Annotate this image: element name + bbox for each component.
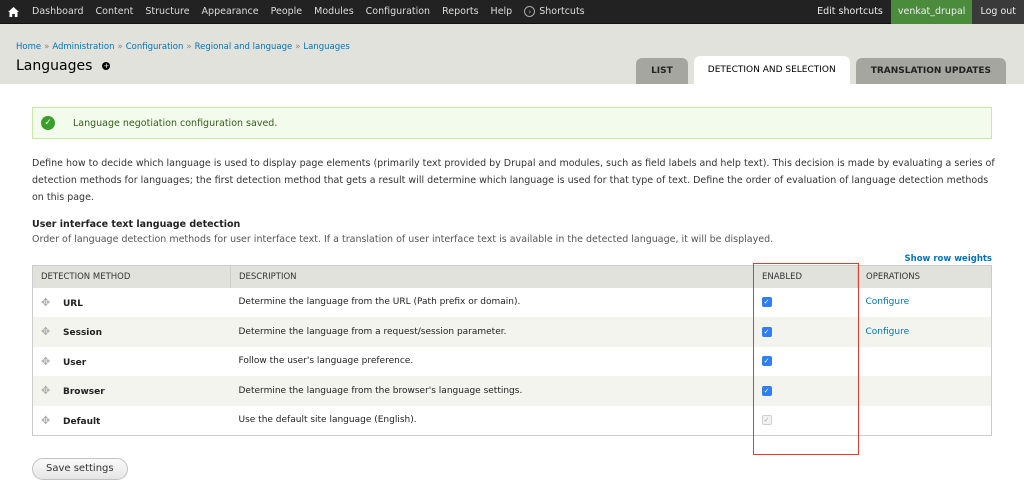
drag-handle-icon[interactable]: ✥: [41, 384, 51, 397]
home-icon[interactable]: [0, 0, 26, 24]
status-message-text: Language negotiation configuration saved…: [73, 117, 278, 129]
section-description: Order of language detection methods for …: [32, 234, 774, 245]
breadcrumb-languages[interactable]: Languages: [303, 42, 349, 52]
tab-detection-and-selection[interactable]: Detection and selection: [693, 56, 850, 84]
header-detection-method: Detection method: [32, 265, 231, 288]
status-message: ✓ Language negotiation configuration sav…: [32, 107, 992, 139]
operations-cell: [857, 376, 992, 406]
method-description: Determine the language from the URL (Pat…: [230, 287, 754, 317]
detection-methods-table: Detection method Description Enabled Ope…: [32, 265, 992, 436]
drag-handle-icon[interactable]: ✥: [41, 325, 51, 338]
edit-shortcuts-link[interactable]: Edit shortcuts: [809, 6, 891, 17]
toolbar-modules[interactable]: Modules: [308, 6, 360, 17]
add-shortcut-icon[interactable]: +: [102, 62, 111, 70]
user-account-link[interactable]: venkat_drupal: [890, 0, 973, 24]
show-row-weights-container: Show row weights: [32, 254, 992, 265]
check-circle-icon: ✓: [41, 116, 55, 130]
tab-list[interactable]: List: [636, 58, 688, 84]
logout-link[interactable]: Log out: [972, 0, 1024, 24]
method-description: Follow the user's language preference.: [230, 346, 754, 376]
toolbar-shortcuts[interactable]: › Shortcuts: [518, 6, 590, 17]
toolbar-structure[interactable]: Structure: [139, 6, 195, 17]
admin-toolbar: Dashboard Content Structure Appearance P…: [0, 0, 1024, 24]
method-name: Session: [63, 328, 102, 339]
breadcrumb-home[interactable]: Home: [16, 42, 41, 52]
intro-text: Define how to decide which language is u…: [32, 158, 995, 203]
toolbar-content[interactable]: Content: [90, 6, 140, 17]
configure-link[interactable]: Configure: [866, 297, 910, 307]
toolbar-configuration[interactable]: Configuration: [360, 6, 436, 17]
toolbar-reports[interactable]: Reports: [436, 6, 484, 17]
header-description: Description: [230, 265, 754, 288]
tab-translation-updates[interactable]: Translation updates: [855, 58, 1006, 84]
operations-cell: [857, 405, 992, 435]
drag-handle-icon[interactable]: ✥: [41, 355, 51, 368]
breadcrumb-configuration[interactable]: Configuration: [126, 42, 184, 52]
table-row: ✥ User Follow the user's language prefere…: [32, 346, 992, 376]
method-name: URL: [63, 298, 83, 309]
page-title: Languages +: [16, 58, 111, 74]
toolbar-help[interactable]: Help: [485, 6, 519, 17]
show-row-weights-link[interactable]: Show row weights: [905, 254, 992, 264]
method-name: Default: [63, 416, 101, 427]
chevron-right-circle-icon: ›: [524, 6, 536, 17]
enabled-checkbox[interactable]: ✓: [761, 356, 772, 367]
breadcrumb-administration[interactable]: Administration: [52, 42, 114, 52]
page-title-text: Languages: [16, 58, 93, 74]
toolbar-appearance[interactable]: Appearance: [196, 6, 265, 17]
tabs: List Detection and selection Translation…: [636, 56, 1006, 84]
method-description: Determine the language from a request/se…: [230, 317, 754, 347]
shortcuts-label: Shortcuts: [539, 6, 585, 17]
save-settings-button[interactable]: Save settings: [32, 457, 128, 480]
toolbar-dashboard[interactable]: Dashboard: [26, 6, 90, 17]
method-description: Use the default site language (English).: [230, 405, 754, 435]
enabled-checkbox[interactable]: ✓: [761, 326, 772, 337]
drag-handle-icon[interactable]: ✥: [41, 296, 51, 309]
operations-cell: [857, 346, 992, 376]
table-row: ✥ Session Determine the language from a r…: [32, 317, 992, 347]
configure-link[interactable]: Configure: [866, 327, 910, 337]
table-row: ✥ URL Determine the language from the URL…: [32, 287, 992, 317]
table-row: ✥ Default Use the default site language (…: [32, 405, 992, 435]
enabled-checkbox[interactable]: ✓: [761, 297, 772, 308]
table-row: ✥ Browser Determine the language from the…: [32, 376, 992, 406]
breadcrumb: Home» Administration» Configuration» Region…: [16, 42, 350, 52]
main-content: ✓ Language negotiation configuration sav…: [0, 107, 1024, 480]
method-name: Browser: [63, 387, 105, 398]
method-name: User: [63, 357, 87, 368]
header-operations: Operations: [857, 265, 992, 288]
enabled-checkbox[interactable]: ✓: [761, 385, 772, 396]
header-enabled: Enabled: [753, 265, 858, 288]
method-description: Determine the language from the browser'…: [230, 376, 754, 406]
page-header: Home» Administration» Configuration» Region…: [0, 24, 1024, 84]
enabled-checkbox-disabled: ✓: [761, 415, 772, 425]
section-title: User interface text language detection: [32, 219, 241, 230]
breadcrumb-regional-language[interactable]: Regional and language: [195, 42, 293, 52]
drag-handle-icon[interactable]: ✥: [41, 414, 51, 427]
toolbar-people[interactable]: People: [265, 6, 309, 17]
